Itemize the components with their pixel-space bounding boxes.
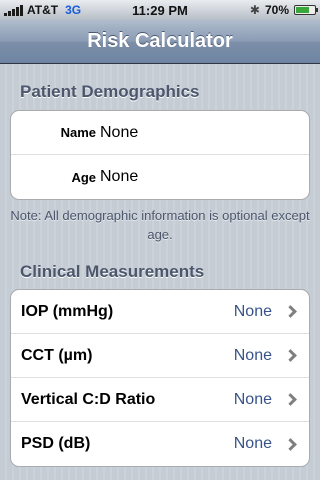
status-right: ✱ 70% bbox=[206, 3, 318, 17]
age-label: Age bbox=[71, 169, 96, 185]
demographics-group: Name None Age None bbox=[10, 110, 310, 200]
network-type: 3G bbox=[65, 3, 82, 17]
chevron-right-icon bbox=[284, 305, 297, 318]
cd-ratio-value: None bbox=[233, 390, 272, 408]
page-title: Risk Calculator bbox=[87, 30, 233, 52]
clinical-group: IOP (mmHg) None CCT (µm) None Vertical C… bbox=[10, 289, 310, 467]
navigation-bar: Risk Calculator bbox=[0, 20, 320, 64]
iop-value: None bbox=[233, 302, 272, 320]
carrier-name: AT&T bbox=[27, 3, 59, 17]
cct-value: None bbox=[233, 346, 272, 364]
chevron-right-icon bbox=[284, 437, 297, 451]
iop-row[interactable]: IOP (mmHg) None bbox=[11, 290, 309, 334]
battery-icon bbox=[294, 5, 318, 15]
status-time: 11:29 PM bbox=[132, 2, 188, 18]
age-row[interactable]: Age None bbox=[11, 155, 309, 199]
psd-value: None bbox=[233, 435, 272, 452]
cct-row[interactable]: CCT (µm) None bbox=[11, 334, 309, 378]
chevron-right-icon bbox=[284, 393, 297, 406]
name-label: Name bbox=[60, 125, 96, 140]
battery-percent: 70% bbox=[264, 3, 289, 17]
age-field[interactable]: None bbox=[100, 168, 138, 186]
signal-strength-icon bbox=[4, 4, 23, 16]
status-left: AT&T 3G bbox=[4, 3, 114, 17]
demographics-note: Note: All demographic information is opt… bbox=[10, 208, 310, 242]
bluetooth-icon: ✱ bbox=[249, 3, 260, 17]
section-header-demographics: Patient Demographics bbox=[20, 82, 200, 101]
name-row[interactable]: Name None bbox=[11, 111, 309, 155]
cd-ratio-label: Vertical C:D Ratio bbox=[21, 390, 156, 408]
cct-label: CCT (µm) bbox=[21, 346, 93, 364]
iop-label: IOP (mmHg) bbox=[21, 302, 114, 320]
name-field[interactable]: None bbox=[100, 124, 138, 142]
cd-ratio-row[interactable]: Vertical C:D Ratio None bbox=[11, 378, 309, 422]
section-header-clinical: Clinical Measurements bbox=[20, 262, 205, 281]
chevron-right-icon bbox=[284, 349, 297, 362]
status-bar: AT&T 3G 11:29 PM ✱ 70% bbox=[0, 0, 320, 20]
psd-label: PSD (dB) bbox=[21, 435, 91, 452]
psd-row[interactable]: PSD (dB) None bbox=[11, 422, 309, 466]
